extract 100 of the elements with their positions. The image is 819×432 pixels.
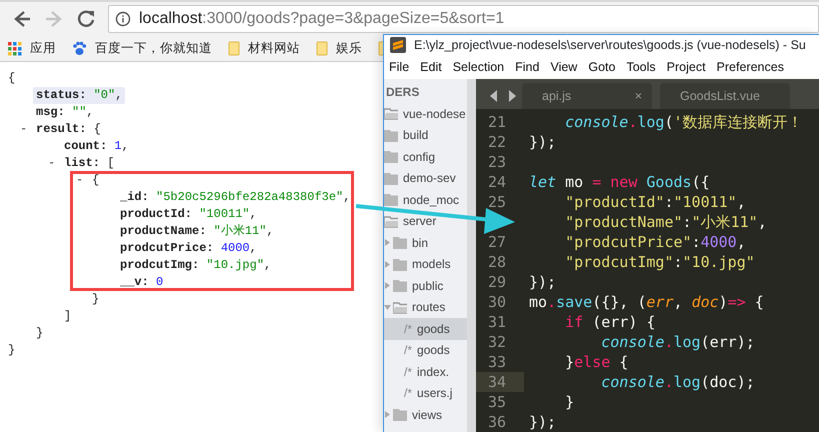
info-icon (115, 11, 131, 27)
line-number: 22 (487, 132, 508, 152)
code-line: mo.save({}, (err, doc)=> { (528, 292, 764, 312)
close-icon[interactable]: × (634, 86, 642, 106)
sidebar-item[interactable]: /* users.j (384, 382, 467, 404)
file-icon: /* (404, 384, 412, 402)
editor-tab[interactable]: GoodsList.vue (660, 83, 790, 109)
menu-item[interactable]: File (389, 58, 410, 76)
json-value: 0 (156, 275, 164, 289)
url-text: localhost:3000/goods?page=3&pageSize=5&sort=1 (139, 9, 504, 29)
code-line: "productName":"小米11", (564, 212, 767, 232)
menu-item[interactable]: Goto (588, 58, 616, 76)
comma: , (264, 258, 272, 272)
code-line: if (err) { (564, 312, 656, 332)
json-key: __v: (120, 275, 156, 289)
bracket: ] (64, 308, 72, 325)
line-number: 30 (487, 292, 508, 312)
bracket: } (8, 342, 16, 359)
folder-icon (384, 128, 398, 142)
bookmark[interactable]: 娱乐 (316, 39, 370, 58)
comma: , (250, 241, 257, 255)
bookmark[interactable]: 百度一下，你就知道 (72, 39, 220, 58)
menu-item[interactable]: Find (515, 58, 540, 76)
sidebar-item[interactable]: node_moc (384, 189, 467, 210)
sidebar-item[interactable]: /* goods (384, 340, 467, 361)
bracket: } (36, 325, 44, 342)
json-key: prodcutPrice: (120, 241, 221, 255)
comma: , (250, 207, 257, 221)
sidebar-item[interactable]: vue-nodese (384, 103, 467, 124)
sidebar-item[interactable]: public (384, 275, 467, 296)
sidebar-item[interactable]: demo-sev (384, 168, 467, 189)
json-value: "10011" (199, 207, 250, 221)
line-number: 24 (487, 172, 508, 192)
json-value: 1 (114, 139, 122, 153)
folder-icon (393, 236, 407, 250)
line-number: 27 (487, 232, 508, 252)
sidebar-item[interactable]: models (384, 254, 467, 275)
json-key: msg: (36, 105, 72, 119)
collapse-toggle[interactable]: - (48, 155, 64, 172)
caret-icon (384, 260, 391, 268)
menu-item[interactable]: Tools (626, 58, 656, 76)
caret-icon (384, 239, 391, 246)
sidebar-item[interactable]: build (384, 124, 467, 146)
line-number: 28 (487, 252, 508, 272)
editor-tab[interactable]: api.js × (522, 83, 652, 109)
menu-item[interactable]: Edit (420, 58, 442, 76)
folder-icon (393, 258, 407, 271)
menu-item[interactable]: Project (666, 58, 706, 76)
sidebar-item[interactable]: server (384, 210, 467, 232)
json-value: "10.jpg" (206, 258, 264, 272)
code-line: console.log('数据库连接断开！ (564, 112, 803, 132)
code-line: } (564, 392, 574, 412)
sidebar-item[interactable]: /* index. (384, 361, 467, 382)
line-number: 36 (487, 412, 508, 432)
code-line: }); (528, 132, 556, 152)
json-key: prodcutImg: (120, 258, 206, 272)
code-line: }); (528, 272, 556, 292)
file-icon: /* (404, 362, 412, 381)
json-key: status: (36, 88, 94, 102)
comma: , (122, 139, 129, 153)
bookmark[interactable]: 材料网站 (228, 39, 308, 58)
menu-item[interactable]: View (550, 58, 578, 76)
json-value: "0" (94, 88, 116, 102)
collapse-toggle[interactable]: - (76, 172, 92, 189)
folder-icon (316, 41, 328, 56)
folder-icon (384, 193, 398, 206)
menu-item[interactable]: Selection (452, 58, 504, 76)
caret-icon (384, 304, 391, 311)
line-number: 21 (487, 112, 508, 132)
code-line: console.log(err); (600, 332, 755, 352)
code-line: let mo = new Goods({ (528, 172, 710, 192)
line-number: 32 (487, 332, 508, 352)
line-number: 23 (487, 152, 508, 172)
bracket: [ (107, 155, 114, 172)
bracket: } (92, 291, 100, 308)
json-key: result: (36, 121, 94, 138)
code-line: "productId":"10011", (564, 192, 746, 212)
folder-icon (384, 172, 398, 185)
caret-icon (384, 282, 391, 290)
comma: , (86, 105, 94, 119)
window-title: E:\ylz_project\vue-nodesels\server\routes\goods.js (vue-nodesels) - Su (414, 36, 806, 54)
open-folder-icon (393, 300, 407, 314)
sidebar-item[interactable]: /* goods (384, 318, 467, 340)
apps-grid-icon (8, 42, 22, 56)
address-bar[interactable]: localhost:3000/goods?page=3&pageSize=5&sort=1 (108, 5, 819, 33)
line-number: 25 (487, 192, 508, 212)
sidebar-item[interactable]: routes (384, 296, 467, 318)
open-folder-icon (384, 214, 398, 228)
json-key: productName: (120, 224, 214, 238)
open-folder-icon (384, 107, 398, 120)
menu-item[interactable]: Preferences (716, 58, 784, 76)
code-line: }); (528, 412, 556, 432)
bookmark[interactable]: 应用 (8, 39, 64, 58)
bracket: { (94, 121, 101, 138)
sidebar-item[interactable]: views (384, 404, 467, 426)
sidebar-item[interactable]: config (384, 146, 467, 168)
collapse-toggle[interactable]: - (20, 121, 36, 138)
sidebar-item[interactable]: bin (384, 232, 467, 254)
line-number: 35 (487, 392, 508, 412)
sidebar-header: DERS (385, 84, 420, 101)
